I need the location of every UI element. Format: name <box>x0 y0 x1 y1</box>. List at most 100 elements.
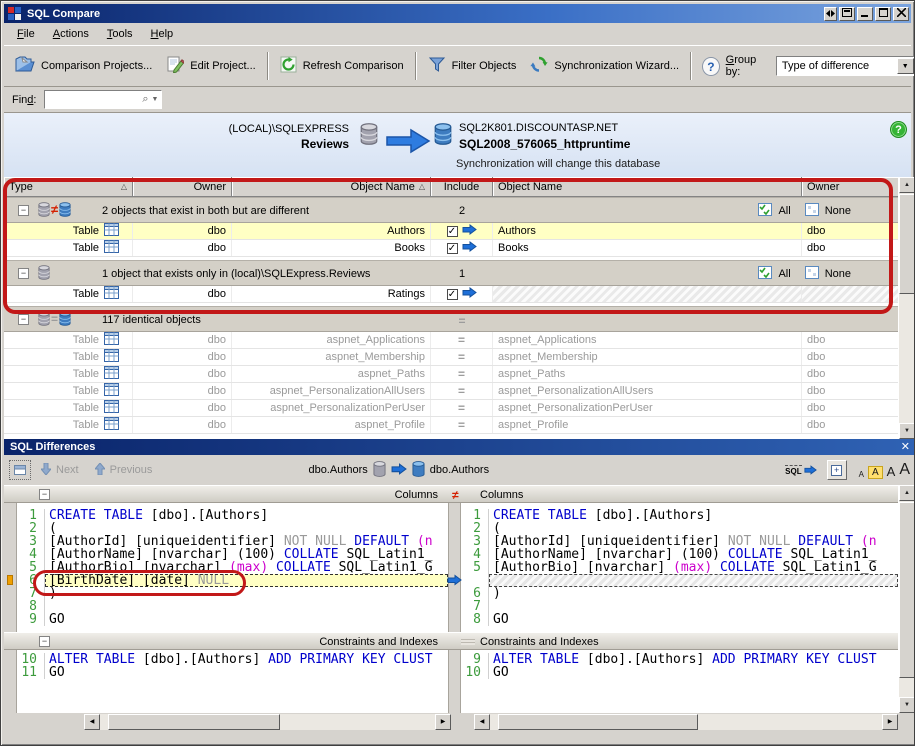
scroll-right-icon[interactable]: ▶ <box>435 714 451 730</box>
title-bar[interactable]: SQL Compare <box>4 4 911 23</box>
scroll-up-icon[interactable]: ▲ <box>899 485 915 501</box>
group-row[interactable]: −1 object that exists only in (local)\SQ… <box>4 260 915 286</box>
cell-type: Table <box>4 400 133 416</box>
grid-vertical-scrollbar[interactable]: ▲ ▼ <box>898 177 915 439</box>
right-horizontal-scrollbar[interactable]: ◀ ▶ <box>474 714 898 730</box>
help-green-icon[interactable]: ? <box>890 121 907 138</box>
database-icon-right <box>434 123 452 148</box>
right-columns-code[interactable]: 1CREATE TABLE [dbo].[Authors]2(3[AuthorI… <box>461 503 898 632</box>
find-input[interactable]: ⌕ ▼ <box>44 90 162 109</box>
cell-type: Table <box>4 223 133 239</box>
font-size-xlarge-button[interactable]: A <box>899 461 910 479</box>
dock-arrows-button[interactable] <box>824 7 837 21</box>
include-checkbox[interactable]: ✓ <box>447 289 458 300</box>
scroll-down-icon[interactable]: ▼ <box>899 423 915 439</box>
left-hscroll-thumb[interactable] <box>108 714 280 730</box>
column-header-object-name[interactable]: Object Name△ <box>232 177 431 197</box>
column-header-object-name-right[interactable]: Object Name <box>493 177 802 197</box>
comparison-projects-button[interactable]: Comparison Projects... <box>8 52 159 80</box>
group-row[interactable]: −=117 identical objects= <box>4 306 915 332</box>
include-none-button[interactable]: None <box>801 202 855 220</box>
chevron-down-icon[interactable]: ▼ <box>897 58 914 74</box>
menu-help[interactable]: Help <box>142 25 183 43</box>
equal-icon: = <box>458 418 465 432</box>
cell-object-name: Ratings <box>232 286 431 302</box>
code-vertical-scrollbar[interactable]: ▲ ▼ <box>898 485 915 713</box>
grid-scroll-thumb[interactable] <box>899 194 915 294</box>
code-text <box>45 600 448 613</box>
equal-icon: = <box>458 333 465 347</box>
scroll-down-icon[interactable]: ▼ <box>899 697 915 713</box>
table-row[interactable]: Tabledboaspnet_PersonalizationAllUsers=a… <box>4 383 915 400</box>
cell-owner: dbo <box>133 240 232 256</box>
table-row[interactable]: Tabledboaspnet_Profile=aspnet_Profiledbo <box>4 417 915 434</box>
right-constraints-code[interactable]: 9ALTER TABLE [dbo].[Authors] ADD PRIMARY… <box>461 650 898 713</box>
font-size-small-button[interactable]: A <box>859 470 864 479</box>
include-all-button[interactable]: All <box>754 202 794 220</box>
left-object-name: dbo.Authors <box>308 464 367 476</box>
next-difference-button[interactable]: Next <box>35 460 85 481</box>
table-row[interactable]: Tabledboaspnet_Applications=aspnet_Appli… <box>4 332 915 349</box>
table-icon <box>104 400 119 416</box>
table-row[interactable]: Tabledboaspnet_PersonalizationPerUser=as… <box>4 400 915 417</box>
scroll-right-icon[interactable]: ▶ <box>882 714 898 730</box>
cell-owner: dbo <box>133 366 232 382</box>
code-line: 11GO <box>4 666 448 679</box>
table-row[interactable]: TabledboRatings✓ <box>4 286 915 303</box>
menu-tools[interactable]: Tools <box>98 25 142 43</box>
include-checkbox[interactable]: ✓ <box>447 243 458 254</box>
previous-difference-button[interactable]: Previous <box>89 460 159 481</box>
maximize-button[interactable] <box>875 7 891 21</box>
scroll-up-icon[interactable]: ▲ <box>899 177 915 193</box>
menu-actions[interactable]: Actions <box>44 25 98 43</box>
refresh-comparison-button[interactable]: Refresh Comparison <box>273 52 411 80</box>
filter-objects-button[interactable]: Filter Objects <box>421 52 524 80</box>
all-label: All <box>778 268 790 280</box>
collapse-icon[interactable]: − <box>18 205 29 216</box>
font-size-normal-button[interactable]: A <box>868 466 883 479</box>
undock-window-button[interactable] <box>839 7 855 21</box>
menu-file[interactable]: File <box>8 25 44 43</box>
table-row[interactable]: TabledboAuthors✓Authorsdbo <box>4 223 915 240</box>
line-sync-arrow-icon[interactable] <box>447 574 462 589</box>
right-hscroll-thumb[interactable] <box>498 714 698 730</box>
include-all-button[interactable]: All <box>754 265 794 283</box>
change-gutter <box>4 503 17 632</box>
group-row[interactable]: −≠2 objects that exist in both but are d… <box>4 197 915 223</box>
scroll-left-icon[interactable]: ◀ <box>474 714 490 730</box>
include-checkbox[interactable]: ✓ <box>447 226 458 237</box>
database-icon-gray <box>373 461 386 480</box>
all-label: All <box>778 205 790 217</box>
column-header-owner[interactable]: Owner <box>133 177 232 197</box>
synchronization-wizard-button[interactable]: Synchronization Wizard... <box>523 52 686 80</box>
edit-project-button[interactable]: Edit Project... <box>159 52 262 80</box>
table-icon <box>104 366 119 382</box>
column-header-include[interactable]: Include <box>431 177 493 197</box>
collapse-icon[interactable]: − <box>18 268 29 279</box>
code-line: 9ALTER TABLE [dbo].[Authors] ADD PRIMARY… <box>461 653 898 666</box>
table-row[interactable]: Tabledboaspnet_Paths=aspnet_Pathsdbo <box>4 366 915 383</box>
panel-close-icon[interactable]: ✕ <box>901 440 910 453</box>
close-button[interactable] <box>893 7 909 21</box>
minimize-button[interactable] <box>857 7 873 21</box>
grid-header: Type△ Owner Object Name△ Include Object … <box>4 177 915 197</box>
include-none-button[interactable]: None <box>801 265 855 283</box>
find-dropdown-icon[interactable]: ▼ <box>152 93 159 106</box>
code-scroll-thumb[interactable] <box>899 502 915 678</box>
cell-object-name-right: Books <box>493 240 802 256</box>
table-row[interactable]: TabledboBooks✓Booksdbo <box>4 240 915 257</box>
collapse-icon[interactable]: − <box>18 314 29 325</box>
group-by-select[interactable]: Type of difference ▼ <box>776 56 915 76</box>
column-header-type[interactable]: Type△ <box>4 177 133 197</box>
sync-warning-text: Synchronization will change this databas… <box>456 158 660 170</box>
font-size-large-button[interactable]: A <box>887 464 896 479</box>
left-constraints-code[interactable]: 10ALTER TABLE [dbo].[Authors] ADD PRIMAR… <box>4 650 448 713</box>
left-columns-code[interactable]: 1CREATE TABLE [dbo].[Authors]2(3[AuthorI… <box>4 503 448 632</box>
code-text: [AuthorId] [uniqueidentifier] NOT NULL D… <box>489 535 898 548</box>
help-icon[interactable]: ? <box>702 57 720 76</box>
table-row[interactable]: Tabledboaspnet_Membership=aspnet_Members… <box>4 349 915 366</box>
left-horizontal-scrollbar[interactable]: ◀ ▶ <box>84 714 451 730</box>
pane-layout-button[interactable] <box>9 460 31 480</box>
expand-all-button[interactable]: + <box>827 460 847 480</box>
scroll-left-icon[interactable]: ◀ <box>84 714 100 730</box>
